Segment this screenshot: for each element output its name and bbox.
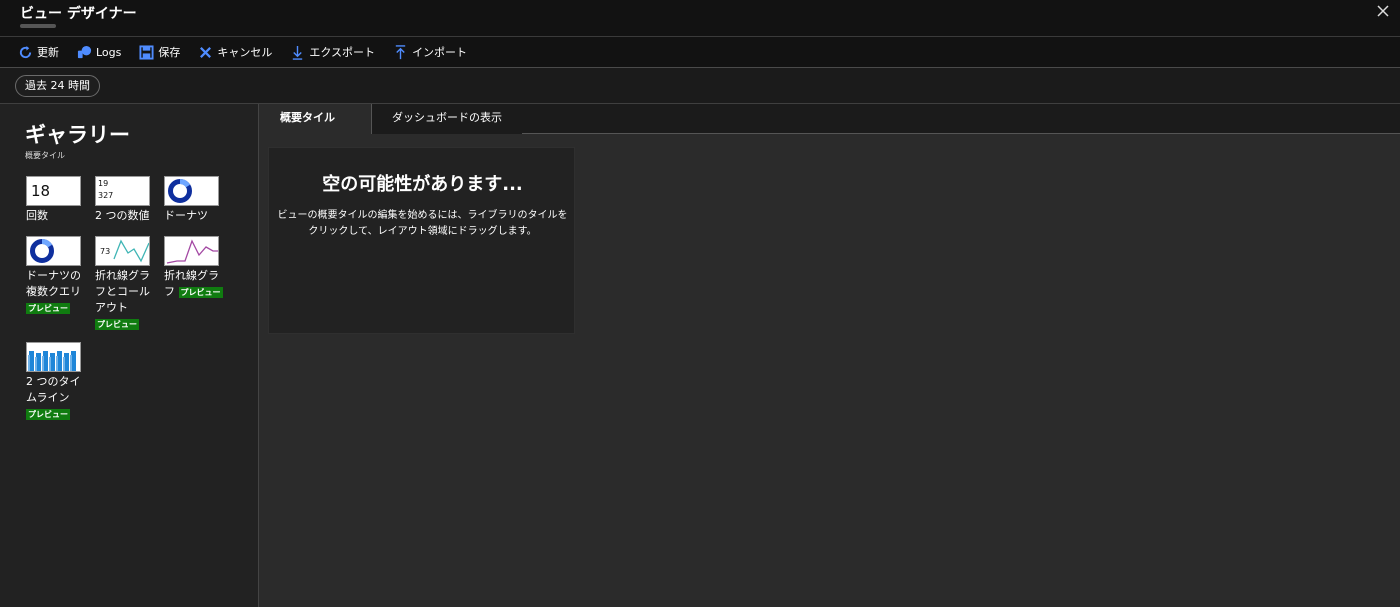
tile-line-chart-thumbnail <box>164 236 219 266</box>
import-icon <box>395 44 406 59</box>
tile-two-timelines[interactable]: 2 つのタイムライン プレビュー <box>26 342 82 422</box>
refresh-button[interactable]: 更新 <box>18 44 59 60</box>
cancel-icon <box>200 46 212 58</box>
preview-badge: プレビュー <box>26 409 70 420</box>
time-range-button[interactable]: 過去 24 時間 <box>15 75 100 97</box>
tab-bar: 概要タイル ダッシュボードの表示 <box>260 104 1400 134</box>
tile-two-timelines-text: 2 つのタイムライン <box>26 375 81 404</box>
tile-line-chart-label: 折れ線グラフ プレビュー <box>164 268 224 300</box>
tile-line-chart[interactable]: 折れ線グラフ プレビュー <box>164 236 223 300</box>
logs-button[interactable]: Logs <box>77 45 121 60</box>
tile-two-numbers-thumbnail: 19 327 <box>95 176 150 206</box>
tile-two-numbers[interactable]: 19 327 2 つの数値 <box>95 176 151 224</box>
refresh-icon <box>19 45 32 58</box>
tab-dashboard-view[interactable]: ダッシュボードの表示 <box>372 104 522 134</box>
close-icon <box>1377 5 1389 17</box>
tile-two-numbers-label: 2 つの数値 <box>95 209 150 222</box>
tile-two-numbers-value-1: 19 <box>98 179 109 188</box>
export-button[interactable]: エクスポート <box>290 44 375 60</box>
preview-badge: プレビュー <box>178 287 223 298</box>
preview-badge: プレビュー <box>95 319 139 330</box>
bar-chart-icon <box>28 351 76 371</box>
save-label: 保存 <box>158 46 181 59</box>
donut-chart-icon <box>30 239 54 263</box>
tile-two-timelines-label: 2 つのタイムライン プレビュー <box>26 374 86 422</box>
tile-donut-multi-query-label: ドーナツの複数クエリ プレビュー <box>26 268 86 316</box>
tile-two-timelines-thumbnail <box>26 342 81 372</box>
preview-badge: プレビュー <box>26 303 70 314</box>
save-icon <box>139 44 154 60</box>
tab-overview-tile[interactable]: 概要タイル <box>260 104 372 134</box>
tile-line-chart-callout-thumbnail: 73 <box>95 236 150 266</box>
tile-donut-multi-query[interactable]: ドーナツの複数クエリ プレビュー <box>26 236 82 316</box>
tile-count-thumbnail: 18 <box>26 176 81 206</box>
tile-donut[interactable]: ドーナツ <box>164 176 220 224</box>
refresh-label: 更新 <box>37 46 59 59</box>
gallery-subtitle: 概要タイル <box>25 151 65 160</box>
logs-icon <box>77 45 92 58</box>
cancel-button[interactable]: キャンセル <box>198 44 272 60</box>
tile-line-chart-callout[interactable]: 73 折れ線グラフとコールアウト プレビュー <box>95 236 151 332</box>
tile-count[interactable]: 18 回数 <box>26 176 82 224</box>
import-label: インポート <box>412 46 468 59</box>
tile-count-label: 回数 <box>26 209 48 222</box>
empty-state-title: 空の可能性があります... <box>322 174 523 195</box>
gallery-title: ギャラリー <box>25 123 130 147</box>
line-chart-icon <box>166 239 218 264</box>
empty-state-description: ビューの概要タイルの編集を始めるには、ライブラリのタイルをクリックして、レイアウ… <box>277 210 568 237</box>
tile-line-chart-callout-label: 折れ線グラフとコールアウト プレビュー <box>95 268 155 332</box>
cancel-label: キャンセル <box>217 46 273 59</box>
tile-donut-label: ドーナツ <box>164 209 208 222</box>
subtitle-placeholder <box>20 24 56 28</box>
tile-two-numbers-value-2: 327 <box>98 191 114 200</box>
tile-count-number: 18 <box>31 182 51 200</box>
page-title: ビュー デザイナー <box>20 6 137 22</box>
export-label: エクスポート <box>309 46 376 59</box>
line-chart-icon <box>113 239 149 263</box>
export-icon <box>293 45 303 60</box>
gallery-panel: ギャラリー 概要タイル 18 回数 19 327 2 つの数値 ドーナツ ドーナ… <box>0 104 259 607</box>
import-button[interactable]: インポート <box>393 44 467 60</box>
tile-donut-multi-query-text: ドーナツの複数クエリ <box>26 269 81 298</box>
donut-chart-icon <box>168 179 192 203</box>
empty-layout-card: 空の可能性があります... ビューの概要タイルの編集を始めるには、ライブラリのタ… <box>268 147 575 334</box>
toolbar: 更新 Logs 保存 キャンセル エクスポート インポート <box>0 37 1400 68</box>
tile-line-chart-callout-text: 折れ線グラフとコールアウト <box>95 269 150 314</box>
save-button[interactable]: 保存 <box>139 44 180 60</box>
title-bar: ビュー デザイナー <box>0 0 1400 37</box>
time-range-bar: 過去 24 時間 <box>0 68 1400 104</box>
logs-label: Logs <box>96 45 122 59</box>
close-button[interactable] <box>1374 2 1392 20</box>
tile-donut-multi-query-thumbnail <box>26 236 81 266</box>
tile-donut-thumbnail <box>164 176 219 206</box>
